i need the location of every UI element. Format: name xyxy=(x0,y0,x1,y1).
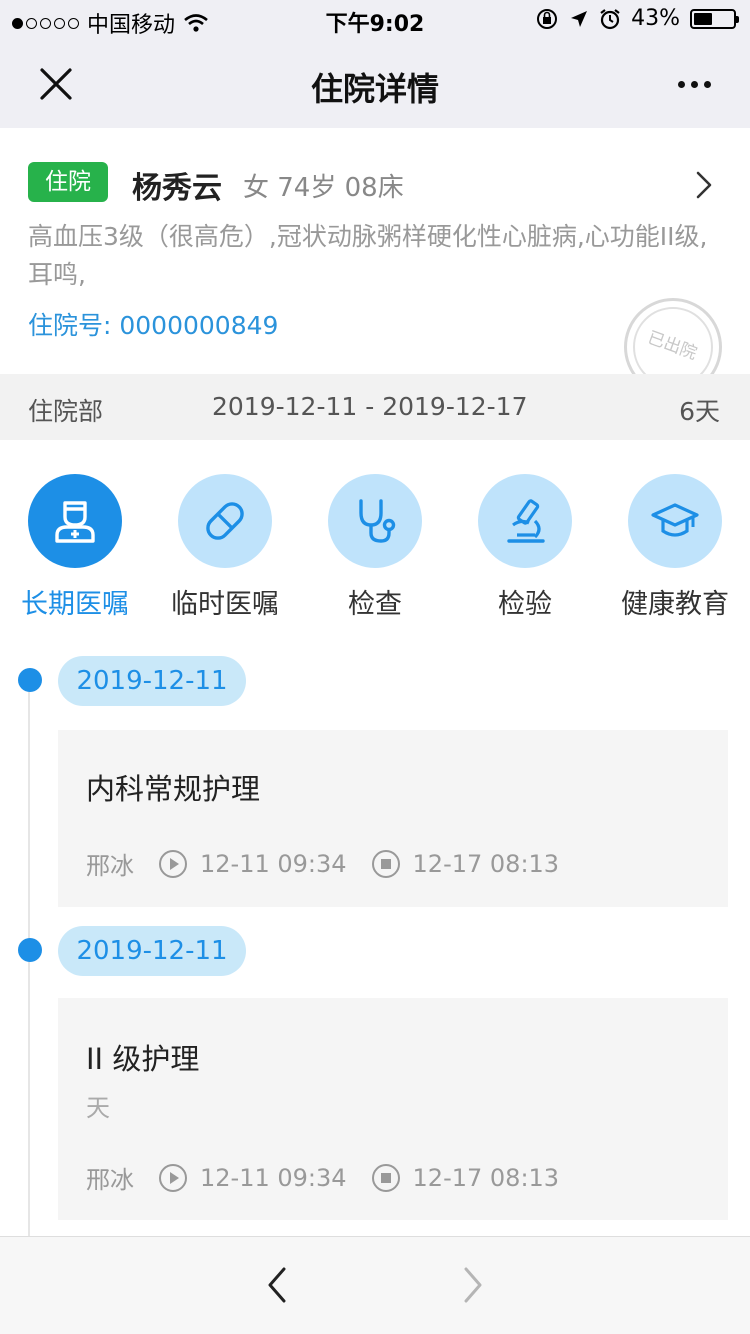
doctor-name: 邢冰 xyxy=(86,852,134,880)
tab-label: 长期医嘱 xyxy=(21,589,129,620)
order-card[interactable]: 内科常规护理 邢冰 12-11 09:34 12-17 08:13 xyxy=(58,730,728,907)
tab-long-term-orders[interactable]: 长期医嘱 xyxy=(0,474,150,621)
doctor-name: 邢冰 xyxy=(86,1166,134,1194)
chevron-right-icon[interactable] xyxy=(694,170,714,200)
order-subtitle: 天 xyxy=(86,1094,110,1122)
battery-percent: 43% xyxy=(631,6,680,31)
stay-days: 6天 xyxy=(679,397,720,426)
hospital-number: 住院号: 0000000849 xyxy=(28,311,279,340)
patient-name: 杨秀云 xyxy=(132,171,222,206)
order-title: II 级护理 xyxy=(86,1042,200,1076)
timeline-dot xyxy=(18,668,42,692)
department-row: 住院部 2019-12-11 - 2019-12-17 6天 xyxy=(0,374,750,440)
pill-icon xyxy=(178,474,272,568)
tab-label: 检验 xyxy=(498,589,552,620)
doctor-icon xyxy=(28,474,122,568)
location-icon xyxy=(571,10,588,27)
start-icon xyxy=(159,1163,187,1192)
status-bar: 中国移动 下午9:02 43% xyxy=(0,0,750,40)
stay-dates: 2019-12-11 - 2019-12-17 xyxy=(212,392,528,421)
department-name: 住院部 xyxy=(28,397,104,426)
category-tabs: 长期医嘱 临时医嘱 检查 检验 健康教育 xyxy=(0,474,750,624)
order-meta: 邢冰 12-11 09:34 12-17 08:13 xyxy=(86,1160,559,1195)
order-title: 内科常规护理 xyxy=(86,772,261,806)
status-right: 43% xyxy=(535,6,739,31)
start-time: 12-11 09:34 xyxy=(200,1163,347,1192)
tab-label: 检查 xyxy=(348,589,402,620)
tab-label: 健康教育 xyxy=(621,589,729,620)
tab-temporary-orders[interactable]: 临时医嘱 xyxy=(150,474,300,621)
graduation-cap-icon xyxy=(628,474,722,568)
patient-info: 女 74岁 08床 xyxy=(243,173,404,203)
tab-label: 临时医嘱 xyxy=(171,589,279,620)
start-icon xyxy=(159,849,187,878)
page-title: 住院详情 xyxy=(310,70,439,108)
stop-icon xyxy=(371,1163,400,1192)
timeline-dot xyxy=(18,938,42,962)
alarm-icon xyxy=(600,8,620,29)
forward-arrow-icon[interactable] xyxy=(458,1265,488,1305)
stop-icon xyxy=(371,849,400,878)
order-card[interactable]: II 级护理 天 邢冰 12-11 09:34 12-17 08:13 xyxy=(58,998,728,1220)
order-meta: 邢冰 12-11 09:34 12-17 08:13 xyxy=(86,846,559,881)
tab-examination[interactable]: 检查 xyxy=(300,474,450,621)
date-pill: 2019-12-11 xyxy=(58,656,246,706)
bottom-toolbar xyxy=(0,1236,750,1334)
stethoscope-icon xyxy=(328,474,422,568)
battery-icon xyxy=(690,8,739,29)
end-time: 12-17 08:13 xyxy=(412,1163,560,1192)
date-pill: 2019-12-11 xyxy=(58,926,246,976)
nav-bar: 住院详情 xyxy=(0,40,750,128)
diagnosis-text: 高血压3级（很高危）,冠状动脉粥样硬化性心脏病,心功能II级,耳鸣, xyxy=(28,222,708,289)
patient-card[interactable]: 住院 杨秀云 女 74岁 08床 高血压3级（很高危）,冠状动脉粥样硬化性心脏病… xyxy=(0,128,750,396)
back-arrow-icon[interactable] xyxy=(262,1265,292,1305)
start-time: 12-11 09:34 xyxy=(200,849,347,878)
tab-health-education[interactable]: 健康教育 xyxy=(600,474,750,621)
rotation-lock-icon xyxy=(537,8,558,29)
status-badge: 住院 xyxy=(28,162,108,202)
tab-lab-test[interactable]: 检验 xyxy=(450,474,600,621)
more-options-icon[interactable] xyxy=(668,70,720,98)
end-time: 12-17 08:13 xyxy=(412,849,560,878)
microscope-icon xyxy=(478,474,572,568)
